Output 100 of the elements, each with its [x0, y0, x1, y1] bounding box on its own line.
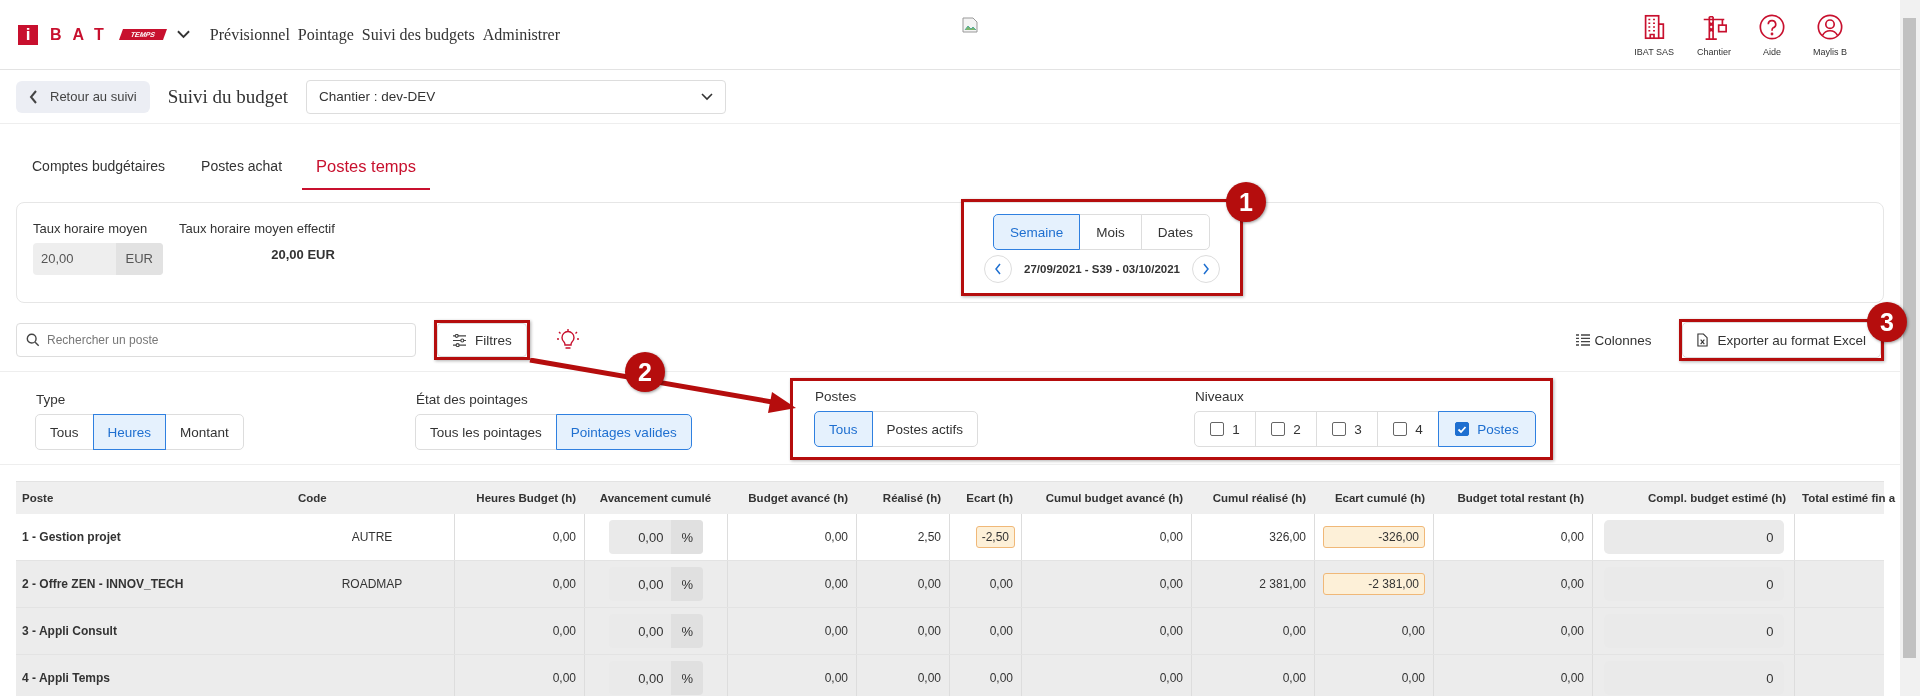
filter-option[interactable]: Tous les pointages	[415, 414, 557, 450]
header-action[interactable]: Aide	[1754, 12, 1790, 57]
period-mode-button[interactable]: Mois	[1079, 214, 1142, 250]
nav-link[interactable]: Prévisionnel	[209, 25, 290, 44]
tab[interactable]: Comptes budgétaires	[16, 158, 182, 190]
date-range: 27/09/2021 - S39 - 03/10/2021	[1024, 263, 1180, 275]
table-cell: 0,00	[1401, 624, 1425, 638]
table-cell: 0,00	[989, 624, 1013, 638]
filter-option[interactable]: Pointages valides	[555, 414, 692, 450]
help-icon	[1758, 12, 1786, 41]
filters-button[interactable]: Filtres	[437, 323, 527, 357]
table-cell: 0,00	[1159, 530, 1183, 544]
columns-button[interactable]: Colonnes	[1570, 331, 1658, 349]
table-row[interactable]: 2 - Offre ZEN - INNOV_TECH ROADMAP 0,00 0,00 % 0,00 0,00 0,00 0,00 2 381,00 -2 381,00 0,00 0	[16, 561, 1884, 608]
user-icon	[1816, 12, 1844, 41]
filter-label: Niveaux	[1195, 389, 1245, 404]
table-cell: 0,00	[1159, 671, 1183, 685]
file-icon	[1697, 333, 1709, 347]
progress-input[interactable]: 0,00 %	[609, 520, 703, 554]
table-cell: 0,00	[824, 577, 848, 591]
column-header[interactable]: Ecart (h)	[949, 492, 1021, 504]
period-mode-button[interactable]: Dates	[1140, 214, 1211, 250]
lightbulb-icon[interactable]	[555, 328, 580, 352]
search-field[interactable]: Rechercher un poste	[16, 323, 416, 357]
list-icon	[1576, 334, 1591, 346]
scrollbar[interactable]	[1900, 0, 1920, 696]
column-header[interactable]: Heures Budget (h)	[454, 492, 584, 504]
export-button[interactable]: Exporter au format Excel	[1682, 322, 1881, 358]
column-header[interactable]: Compl. budget estimé (h)	[1592, 492, 1794, 504]
table-row[interactable]: 1 - Gestion projet AUTRE 0,00 0,00 % 0,00 2,50 -2,50 0,00 326,00 -326,00 0,00 0	[16, 514, 1884, 561]
rate-field[interactable]: 20,00 EUR	[33, 243, 163, 275]
sliders-icon	[452, 333, 467, 347]
table-cell: 326,00	[1269, 530, 1306, 544]
checkbox[interactable]	[1393, 422, 1408, 436]
column-header[interactable]: Ecart cumulé (h)	[1314, 492, 1433, 504]
table-cell: -326,00	[1323, 526, 1425, 548]
table-cell: AUTRE	[351, 530, 393, 544]
filter-option[interactable]: Tous	[35, 414, 94, 450]
checkbox[interactable]	[1455, 422, 1470, 436]
column-header[interactable]: Avancement cumulé	[584, 492, 727, 504]
header-action[interactable]: Maylis B	[1812, 12, 1848, 57]
level-option[interactable]: 3	[1316, 411, 1378, 447]
table-cell: 4 - Appli Temps	[22, 671, 110, 685]
nav-link[interactable]: Suivi des budgets	[361, 25, 475, 44]
table-cell: 0,00	[1401, 671, 1425, 685]
logo-mark: i	[18, 24, 38, 45]
column-header[interactable]: Cumul réalisé (h)	[1191, 492, 1314, 504]
table-cell: 0,00	[1159, 577, 1183, 591]
chevron-right-icon	[1202, 263, 1210, 275]
column-header[interactable]: Budget avancé (h)	[727, 492, 856, 504]
level-option[interactable]: 2	[1255, 411, 1317, 447]
level-option[interactable]: 1	[1194, 411, 1256, 447]
table-cell: 0,00	[824, 530, 848, 544]
estimate-input[interactable]: 0	[1603, 520, 1784, 554]
previous-button[interactable]	[984, 255, 1012, 283]
header-action[interactable]: Chantier	[1696, 12, 1732, 57]
table-cell: 2 381,00	[1259, 577, 1306, 591]
rate-label: Taux horaire moyen	[33, 221, 149, 236]
level-option[interactable]: 4	[1377, 411, 1439, 447]
chevron-down-icon[interactable]	[176, 30, 190, 39]
chevron-down-icon	[701, 92, 714, 101]
search-icon	[26, 333, 40, 347]
table-cell: 2 - Offre ZEN - INNOV_TECH	[22, 577, 184, 591]
table-cell: 0,00	[989, 671, 1013, 685]
back-button[interactable]: Retour au suivi	[16, 80, 150, 113]
table-cell: 0,00	[1282, 671, 1306, 685]
header-action[interactable]: IBAT SAS	[1634, 12, 1674, 57]
tab[interactable]: Postes temps	[302, 157, 430, 190]
nav-link[interactable]: Pointage	[297, 25, 354, 44]
checkbox[interactable]	[1332, 422, 1347, 436]
table-row[interactable]: 3 - Appli Consult 0,00 0,00 % 0,00 0,00 0,00 0,00 0,00 0,00 0,00 0	[16, 608, 1884, 655]
site-select[interactable]: Chantier : dev-DEV	[306, 79, 727, 114]
logo-text: BAT	[50, 25, 115, 44]
filter-option[interactable]: Heures	[92, 414, 167, 450]
tab[interactable]: Postes achat	[185, 158, 298, 190]
checkbox[interactable]	[1271, 422, 1286, 436]
table-cell: 0,00	[917, 624, 941, 638]
column-header[interactable]: Budget total restant (h)	[1433, 492, 1592, 504]
effective-rate-value: 20,00 EUR	[271, 247, 335, 262]
chevron-left-icon	[994, 263, 1002, 275]
column-header[interactable]: Cumul budget avancé (h)	[1021, 492, 1191, 504]
column-header[interactable]: Total estimé fin a	[1794, 492, 1895, 504]
column-header[interactable]: Réalisé (h)	[856, 492, 949, 504]
filter-option[interactable]: Postes actifs	[871, 411, 979, 447]
column-header[interactable]: Code	[290, 492, 454, 504]
nav-link[interactable]: Administrer	[482, 25, 561, 44]
filter-option[interactable]: Montant	[165, 414, 244, 450]
table-cell: 3 - Appli Consult	[22, 624, 117, 638]
checkbox[interactable]	[1210, 422, 1225, 436]
table-cell: 0,00	[552, 530, 576, 544]
table-cell: 0,00	[1560, 671, 1584, 685]
table-row[interactable]: 4 - Appli Temps 0,00 0,00 % 0,00 0,00 0,00 0,00 0,00 0,00 0,00 0	[16, 655, 1884, 696]
filter-option[interactable]: Tous	[814, 411, 873, 447]
period-mode-button[interactable]: Semaine	[992, 214, 1081, 250]
column-header[interactable]: Poste	[16, 492, 290, 504]
level-option[interactable]: Postes	[1438, 411, 1536, 447]
table-cell: 0,00	[824, 624, 848, 638]
broken-image-icon	[962, 16, 979, 33]
table-cell: ROADMAP	[341, 577, 403, 591]
table-cell: 1 - Gestion projet	[22, 530, 121, 544]
